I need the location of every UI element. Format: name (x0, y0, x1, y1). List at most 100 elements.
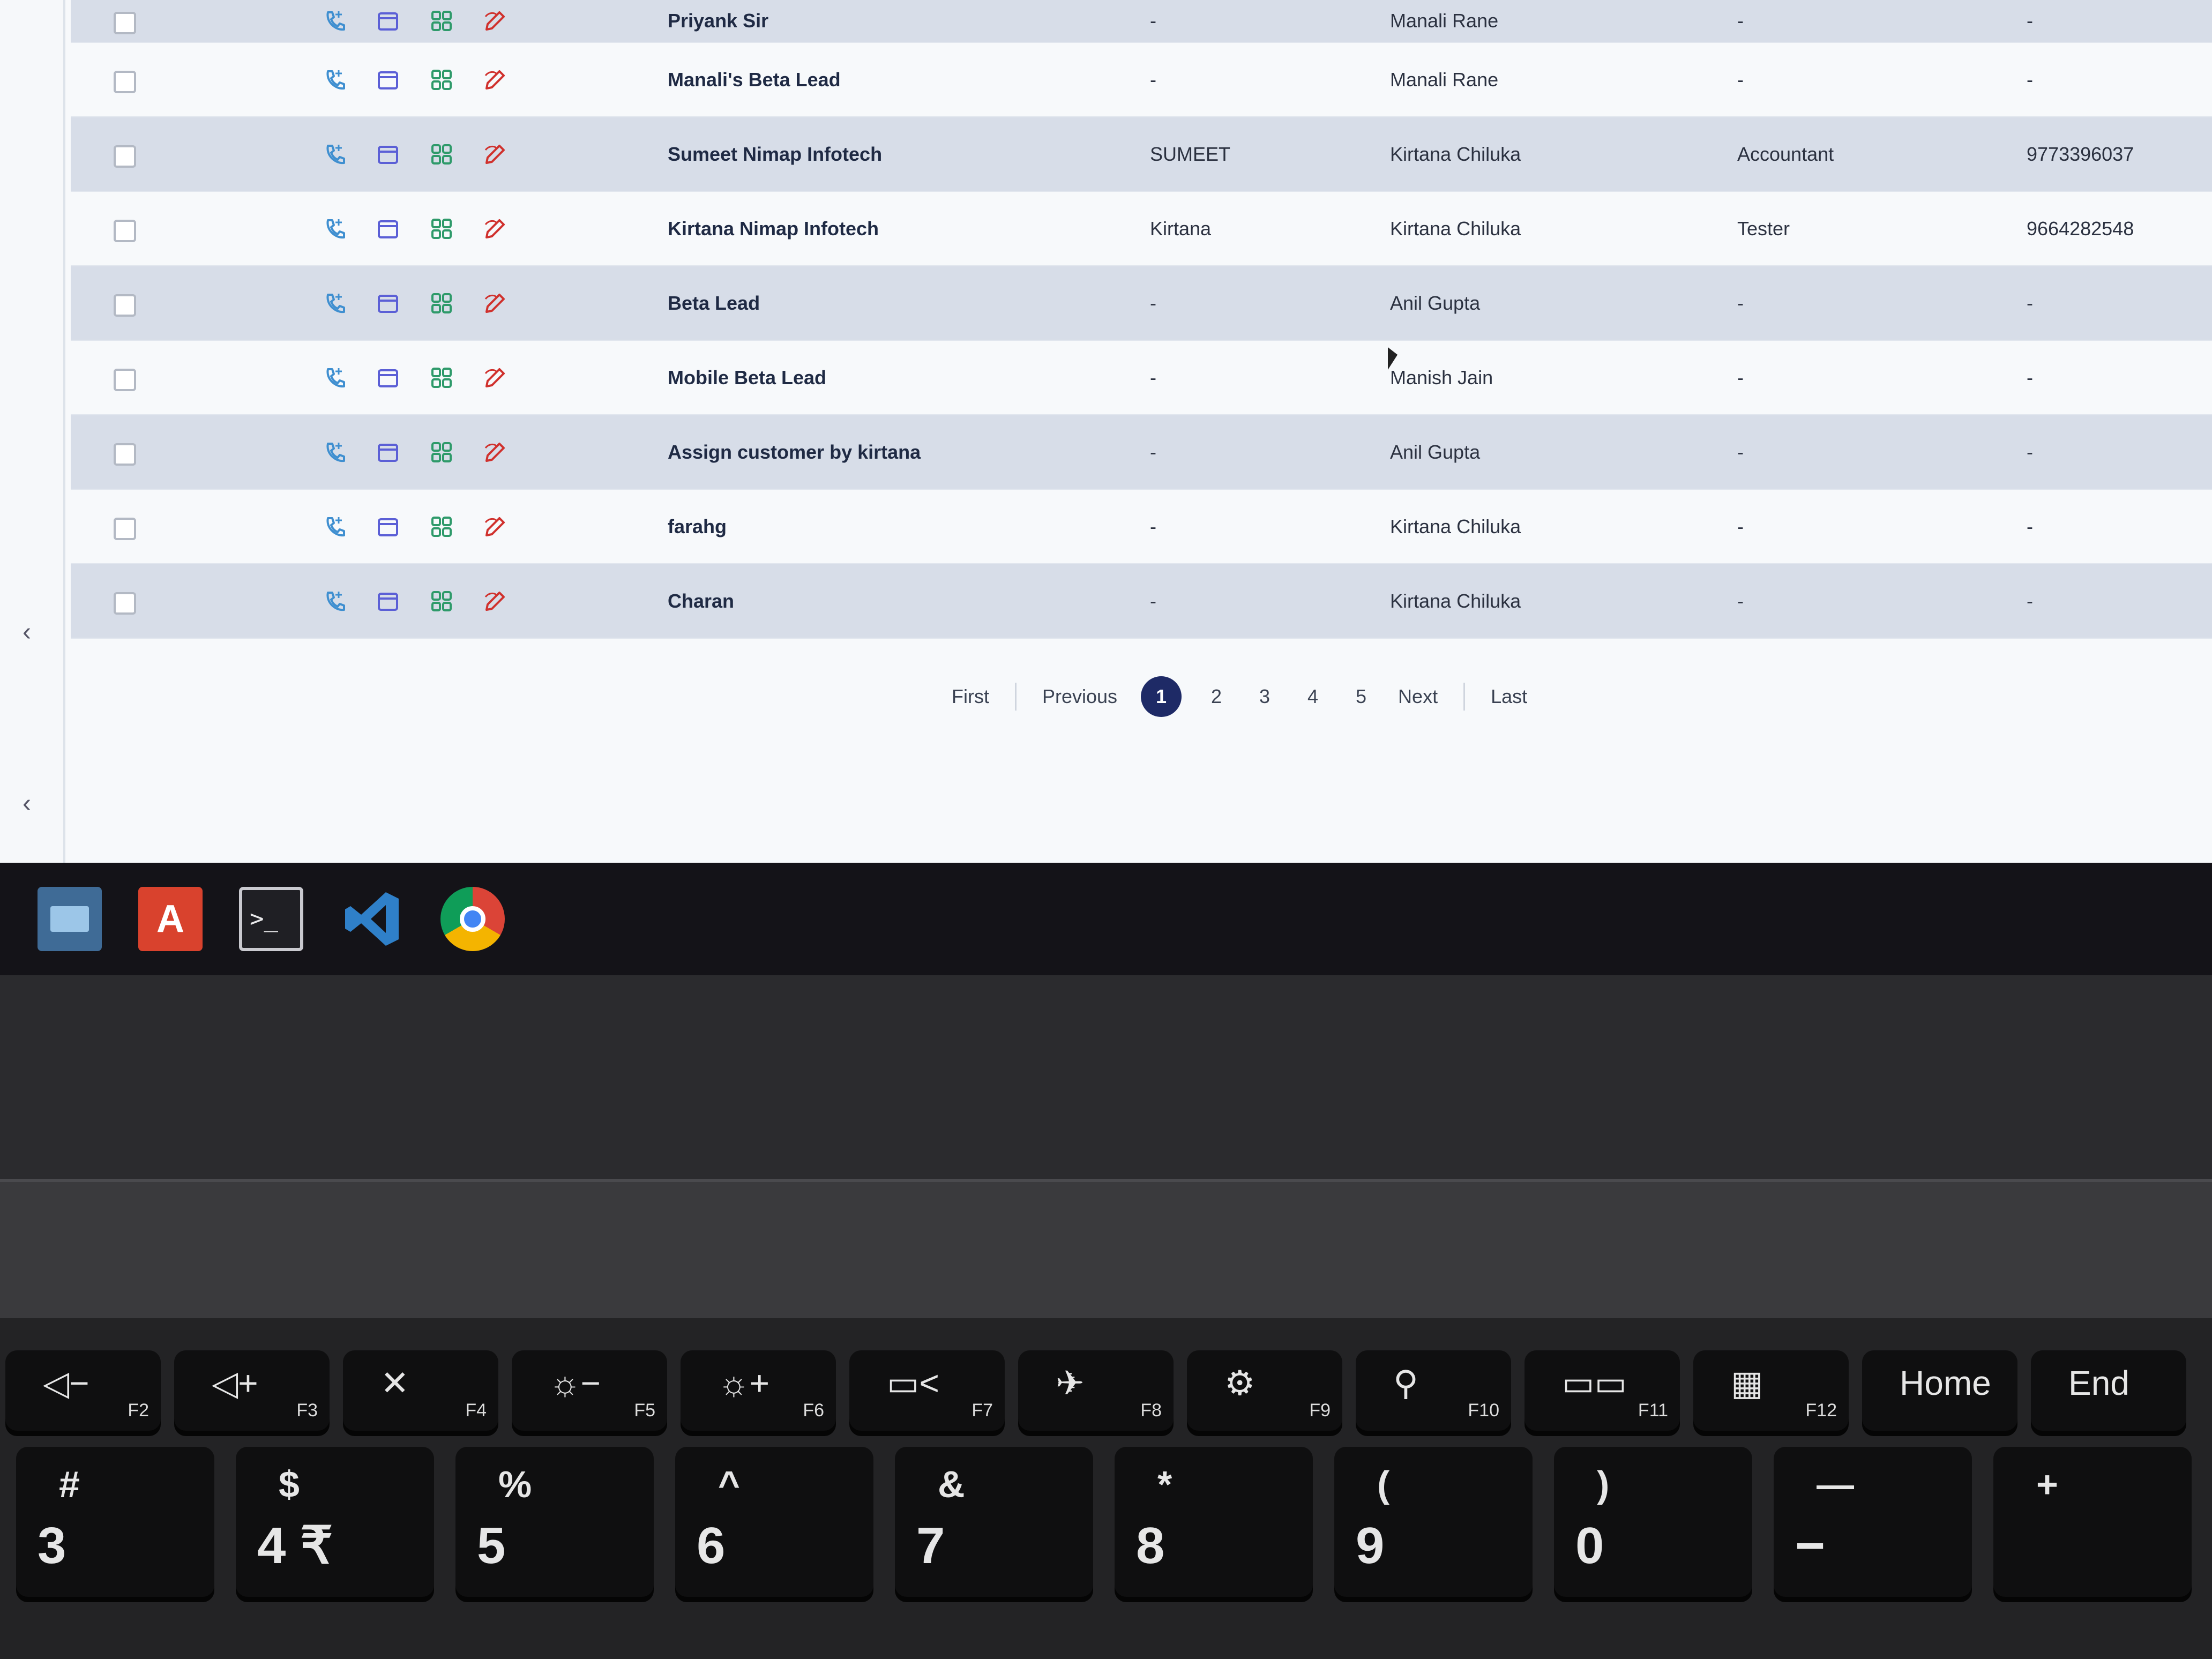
calendar-icon[interactable] (376, 68, 400, 92)
phone-icon[interactable] (323, 9, 346, 33)
function-key[interactable]: ▭< F7 (849, 1350, 1005, 1431)
first-page-link[interactable]: First (939, 685, 1002, 708)
phone-icon[interactable] (323, 515, 346, 539)
table-row[interactable]: Assign customer by kirtana - Anil Gupta - - (71, 415, 2212, 490)
function-key[interactable]: End (2031, 1350, 2186, 1431)
grid-icon[interactable] (430, 515, 453, 539)
lead-name[interactable]: Kirtana Nimap Infotech (668, 218, 879, 240)
grid-icon[interactable] (430, 217, 453, 241)
chrome-icon[interactable] (440, 887, 505, 951)
number-key[interactable]: — − (1774, 1447, 1972, 1597)
phone-icon[interactable] (323, 143, 346, 166)
phone-icon[interactable] (323, 589, 346, 613)
number-key[interactable]: $4 ₹ (236, 1447, 434, 1597)
page-link-2[interactable]: 2 (1192, 685, 1240, 708)
phone-icon[interactable] (323, 366, 346, 390)
function-key[interactable]: Home (1862, 1350, 2017, 1431)
function-key[interactable]: ⚲ F10 (1356, 1350, 1511, 1431)
number-key[interactable]: * 8 (1115, 1447, 1313, 1597)
lead-name[interactable]: farahg (668, 515, 727, 538)
table-row[interactable]: Manali's Beta Lead - Manali Rane - - (71, 43, 2212, 117)
edit-icon[interactable] (483, 68, 507, 92)
row-checkbox[interactable] (114, 70, 136, 93)
page-link-5[interactable]: 5 (1337, 685, 1385, 708)
edit-icon[interactable] (483, 366, 507, 390)
function-key[interactable]: ✈ F8 (1018, 1350, 1174, 1431)
number-key[interactable]: ) 0 (1554, 1447, 1752, 1597)
calendar-icon[interactable] (376, 440, 400, 464)
table-row[interactable]: Sumeet Nimap Infotech SUMEET Kirtana Chilu… (71, 117, 2212, 192)
page-link-4[interactable]: 4 (1289, 685, 1337, 708)
phone-icon[interactable] (323, 68, 346, 92)
calendar-icon[interactable] (376, 366, 400, 390)
terminal-icon[interactable]: >_ (239, 887, 303, 951)
edit-icon[interactable] (483, 292, 507, 315)
number-key[interactable]: #3 (16, 1447, 214, 1597)
edit-icon[interactable] (483, 515, 507, 539)
vscode-icon[interactable] (340, 887, 404, 951)
function-key[interactable]: ☼− F5 (512, 1350, 667, 1431)
lead-name[interactable]: Charan (668, 590, 734, 612)
last-page-link[interactable]: Last (1478, 685, 1540, 708)
page-link-3[interactable]: 3 (1240, 685, 1289, 708)
number-key[interactable]: + (1993, 1447, 2192, 1597)
row-checkbox[interactable] (114, 219, 136, 242)
function-key[interactable]: ☼+ F6 (681, 1350, 836, 1431)
function-key[interactable]: ▦ F12 (1693, 1350, 1849, 1431)
phone-icon[interactable] (323, 440, 346, 464)
lead-name[interactable]: Mobile Beta Lead (668, 367, 826, 389)
table-row[interactable]: Priyank Sir - Manali Rane - - (71, 0, 2212, 43)
grid-icon[interactable] (430, 440, 453, 464)
lead-name[interactable]: Sumeet Nimap Infotech (668, 143, 882, 166)
calendar-icon[interactable] (376, 515, 400, 539)
table-row[interactable]: farahg - Kirtana Chiluka - - (71, 490, 2212, 564)
lead-name[interactable]: Assign customer by kirtana (668, 441, 921, 464)
lead-name[interactable]: Beta Lead (668, 292, 760, 315)
row-checkbox[interactable] (114, 368, 136, 391)
row-checkbox[interactable] (114, 443, 136, 466)
phone-icon[interactable] (323, 292, 346, 315)
edit-icon[interactable] (483, 440, 507, 464)
row-checkbox[interactable] (114, 294, 136, 317)
calendar-icon[interactable] (376, 143, 400, 166)
table-row[interactable]: Charan - Kirtana Chiluka - - (71, 564, 2212, 639)
grid-icon[interactable] (430, 143, 453, 166)
function-key[interactable]: ▭▭ F11 (1525, 1350, 1680, 1431)
table-row[interactable]: Kirtana Nimap Infotech Kirtana Kirtana Chi… (71, 192, 2212, 266)
function-key[interactable]: ⚙ F9 (1187, 1350, 1342, 1431)
collapse-left-icon[interactable]: ‹ (16, 788, 38, 820)
calendar-icon[interactable] (376, 589, 400, 613)
lead-name[interactable]: Manali's Beta Lead (668, 69, 841, 91)
grid-icon[interactable] (430, 9, 453, 33)
phone-icon[interactable] (323, 217, 346, 241)
number-key[interactable]: (9 (1334, 1447, 1533, 1597)
function-key[interactable]: ◁− F2 (5, 1350, 161, 1431)
edit-icon[interactable] (483, 589, 507, 613)
calendar-icon[interactable] (376, 9, 400, 33)
app-store-icon[interactable]: A (138, 887, 203, 951)
function-key[interactable]: ◁+ F3 (174, 1350, 330, 1431)
calendar-icon[interactable] (376, 292, 400, 315)
table-row[interactable]: Mobile Beta Lead - Manish Jain - - (71, 341, 2212, 415)
previous-page-link[interactable]: Previous (1029, 685, 1130, 708)
collapse-left-icon[interactable]: ‹ (16, 616, 38, 648)
edit-icon[interactable] (483, 9, 507, 33)
row-checkbox[interactable] (114, 145, 136, 168)
number-key[interactable]: % 5 (455, 1447, 654, 1597)
grid-icon[interactable] (430, 366, 453, 390)
next-page-link[interactable]: Next (1385, 685, 1451, 708)
calendar-icon[interactable] (376, 217, 400, 241)
lead-name[interactable]: Priyank Sir (668, 10, 768, 32)
row-checkbox[interactable] (114, 592, 136, 615)
table-row[interactable]: Beta Lead - Anil Gupta - - (71, 266, 2212, 341)
number-key[interactable]: & 7 (895, 1447, 1093, 1597)
edit-icon[interactable] (483, 143, 507, 166)
row-checkbox[interactable] (114, 517, 136, 540)
file-manager-icon[interactable] (38, 887, 102, 951)
function-key[interactable]: ✕ F4 (343, 1350, 498, 1431)
page-link-1[interactable]: 1 (1141, 676, 1182, 717)
row-checkbox[interactable] (114, 12, 136, 34)
edit-icon[interactable] (483, 217, 507, 241)
grid-icon[interactable] (430, 589, 453, 613)
number-key[interactable]: ^ 6 (675, 1447, 873, 1597)
